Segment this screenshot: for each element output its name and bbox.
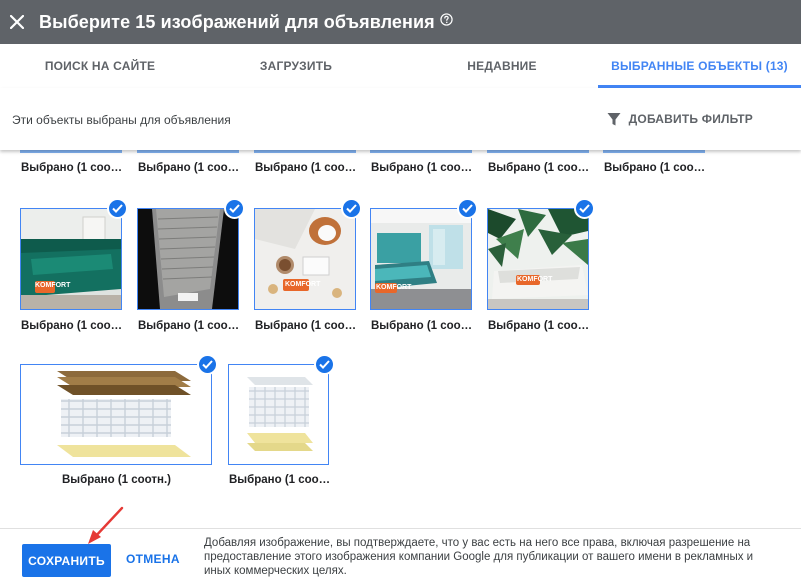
- brand-watermark: KOMFORT: [376, 284, 412, 291]
- image-status-label: Выбрано (1 соо…: [371, 320, 473, 332]
- image-status-label: Выбрано (1 соо…: [255, 162, 357, 174]
- selection-description: Эти объекты выбраны для объявления: [12, 113, 231, 127]
- selected-check-icon[interactable]: [224, 198, 245, 219]
- image-status-label: Выбрано (1 соотн.): [62, 474, 171, 486]
- image-tile-bed-coffee-dog[interactable]: KOMFORT: [254, 208, 356, 310]
- selected-check-icon[interactable]: [314, 354, 335, 375]
- red-arrow-annotation-icon: [88, 506, 124, 544]
- brand-watermark: KOMFORT: [35, 282, 71, 289]
- image-tile-mattress-fabric[interactable]: [137, 208, 239, 310]
- image-status-label: Выбрано (1 соо…: [138, 320, 240, 332]
- dialog-title: Выберите 15 изображений для объявления: [39, 11, 435, 32]
- image-status-label: Выбрано (1 соо…: [21, 320, 123, 332]
- add-filter-button[interactable]: ДОБАВИТЬ ФИЛЬТР: [607, 112, 753, 127]
- image-status-label: Выбрано (1 соо…: [229, 474, 331, 486]
- close-icon: [10, 15, 24, 29]
- image-status-label: Выбрано (1 соо…: [371, 162, 473, 174]
- selected-check-icon[interactable]: [457, 198, 478, 219]
- filter-funnel-icon: [607, 112, 621, 125]
- image-tile-tropical-bedroom[interactable]: KOMFORT: [487, 208, 589, 310]
- tropical-leaves-bedroom-image: [488, 209, 588, 309]
- image-tile-bedroom-interior[interactable]: KOMFORT: [370, 208, 472, 310]
- image-status-label: Выбрано (1 соо…: [138, 162, 240, 174]
- tab-recent[interactable]: НЕДАВНИЕ: [402, 44, 602, 88]
- image-grid[interactable]: Выбрано (1 соо… Выбрано (1 соо… Выбрано …: [0, 150, 801, 528]
- bedroom-interior-image: [371, 209, 471, 309]
- mattress-layers-square-image: [229, 365, 328, 464]
- partial-image-tile[interactable]: [254, 150, 356, 153]
- bed-with-coffee-and-dog-image: [255, 209, 355, 309]
- image-status-label: Выбрано (1 соо…: [604, 162, 706, 174]
- mattress-layers-wide-image: [21, 365, 211, 464]
- image-status-label: Выбрано (1 соо…: [255, 320, 357, 332]
- green-bedding-image: [21, 209, 121, 309]
- image-tile-mattress-wide[interactable]: [20, 364, 212, 465]
- cancel-button[interactable]: ОТМЕНА: [126, 552, 180, 566]
- image-status-label: Выбрано (1 соо…: [21, 162, 123, 174]
- image-status-label: Выбрано (1 соо…: [488, 162, 590, 174]
- partial-image-tile[interactable]: [487, 150, 589, 153]
- tab-upload[interactable]: ЗАГРУЗИТЬ: [196, 44, 396, 88]
- selection-toolbar: Эти объекты выбраны для объявления ДОБАВ…: [0, 88, 801, 150]
- partial-image-tile[interactable]: [370, 150, 472, 153]
- partial-image-tile[interactable]: [137, 150, 239, 153]
- partial-image-tile[interactable]: [20, 150, 122, 153]
- image-status-label: Выбрано (1 соо…: [488, 320, 590, 332]
- tab-selected-objects[interactable]: ВЫБРАННЫЕ ОБЪЕКТЫ (13): [598, 44, 801, 88]
- save-button[interactable]: СОХРАНИТЬ: [22, 544, 111, 577]
- selected-check-icon[interactable]: [107, 198, 128, 219]
- rights-disclaimer: Добавляя изображение, вы подтверждаете, …: [204, 537, 754, 577]
- image-tile-mattress-square[interactable]: [228, 364, 329, 465]
- partial-image-tile[interactable]: [603, 150, 705, 153]
- help-circle-icon[interactable]: [440, 12, 453, 26]
- brand-watermark: KOMFORT: [517, 276, 553, 283]
- selected-check-icon[interactable]: [197, 354, 218, 375]
- tab-site-search[interactable]: ПОИСК НА САЙТЕ: [0, 44, 200, 88]
- dialog-header: Выберите 15 изображений для объявления: [0, 0, 801, 44]
- close-button[interactable]: [1, 6, 33, 38]
- brand-watermark: KOMFORT: [285, 281, 321, 288]
- mattress-fabric-closeup-image: [138, 209, 238, 309]
- selected-check-icon[interactable]: [574, 198, 595, 219]
- selected-check-icon[interactable]: [341, 198, 362, 219]
- image-tile-green-bedding[interactable]: KOMFORT: [20, 208, 122, 310]
- tab-bar: ПОИСК НА САЙТЕ ЗАГРУЗИТЬ НЕДАВНИЕ ВЫБРАН…: [0, 44, 801, 88]
